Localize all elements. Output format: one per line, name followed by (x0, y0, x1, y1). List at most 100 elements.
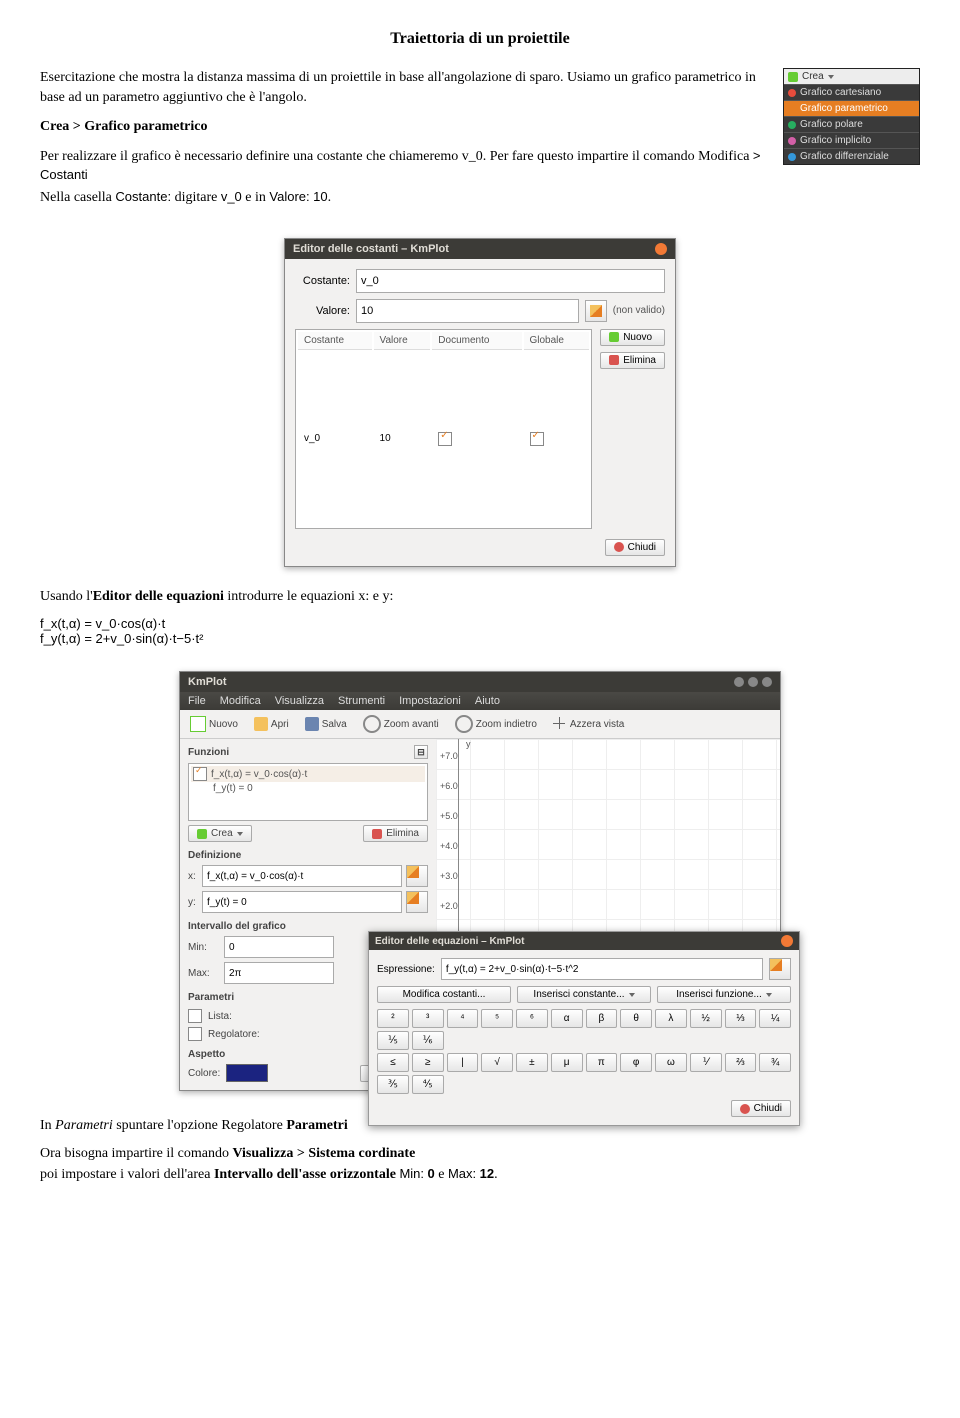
min-input[interactable] (224, 936, 334, 958)
crea-button[interactable]: Crea (188, 825, 252, 842)
x-input[interactable] (202, 865, 402, 887)
key-button[interactable]: ¾ (759, 1053, 791, 1072)
tool-reset-view[interactable]: Azzera vista (549, 715, 628, 733)
elimina-button[interactable]: Elimina (363, 825, 428, 842)
key-button[interactable]: ≥ (412, 1053, 444, 1072)
crea-item-parametrico[interactable]: Grafico parametrico (784, 100, 919, 116)
function-list[interactable]: f_x(t,α) = v_0·cos(α)·t f_y(t) = 0 (188, 763, 428, 821)
tool-salva[interactable]: Salva (301, 715, 351, 733)
chiudi-button[interactable]: Chiudi (731, 1100, 791, 1117)
key-button[interactable]: ² (377, 1009, 409, 1028)
max-input[interactable] (224, 962, 334, 984)
crea-item-polare[interactable]: Grafico polare (784, 116, 919, 132)
key-button[interactable]: μ (551, 1053, 583, 1072)
key-button[interactable]: ω (655, 1053, 687, 1072)
nuovo-button[interactable]: Nuovo (600, 329, 665, 346)
edit-y-button[interactable] (406, 891, 428, 913)
espressione-input[interactable] (441, 958, 763, 980)
checkbox-icon[interactable] (193, 767, 207, 781)
edit-x-button[interactable] (406, 865, 428, 887)
y-axis-name: y (466, 739, 471, 749)
key-button[interactable]: θ (620, 1009, 652, 1028)
edit-value-button[interactable] (585, 300, 607, 322)
lista-checkbox[interactable] (188, 1009, 202, 1023)
table-row[interactable]: v_0 10 (298, 352, 589, 526)
key-button[interactable]: | (447, 1053, 479, 1072)
key-button[interactable]: ⁴ (447, 1009, 479, 1028)
key-button[interactable]: φ (620, 1053, 652, 1072)
titlebar[interactable]: KmPlot (180, 672, 780, 692)
tool-apri[interactable]: Apri (250, 715, 293, 733)
crea-header[interactable]: Crea (784, 69, 919, 84)
color-swatch[interactable] (226, 1064, 268, 1082)
elimina-button[interactable]: Elimina (600, 352, 665, 369)
cell-documento[interactable] (432, 352, 521, 526)
page-title: Traiettoria di un proiettile (40, 30, 920, 48)
th-globale[interactable]: Globale (524, 332, 590, 350)
key-button[interactable]: λ (655, 1009, 687, 1028)
crea-item-differenziale[interactable]: Grafico differenziale (784, 148, 919, 164)
list-item[interactable]: f_x(t,α) = v_0·cos(α)·t (191, 766, 425, 782)
close-icon[interactable] (762, 677, 772, 687)
key-button[interactable]: ⅙ (412, 1031, 444, 1050)
menu-aiuto[interactable]: Aiuto (475, 695, 500, 707)
close-icon[interactable] (655, 243, 667, 255)
chiudi-button[interactable]: Chiudi (605, 539, 665, 556)
y-input[interactable] (202, 891, 402, 913)
save-icon (305, 717, 319, 731)
key-button[interactable]: ½ (690, 1009, 722, 1028)
th-costante[interactable]: Costante (298, 332, 372, 350)
regolatore-checkbox[interactable] (188, 1027, 202, 1041)
checkbox-icon[interactable] (530, 432, 544, 446)
crea-item-implicito[interactable]: Grafico implicito (784, 132, 919, 148)
key-button[interactable]: √ (481, 1053, 513, 1072)
bullet-icon (788, 153, 796, 161)
crea-item-cartesiano[interactable]: Grafico cartesiano (784, 84, 919, 100)
modifica-costanti-button[interactable]: Modifica costanti... (377, 986, 511, 1003)
minimize-icon[interactable] (734, 677, 744, 687)
inserisci-costante-button[interactable]: Inserisci constante... (517, 986, 651, 1003)
menu-file[interactable]: File (188, 695, 206, 707)
menu-label: Grafico polare (800, 119, 863, 130)
edit-expression-button[interactable] (769, 958, 791, 980)
cell-costante: v_0 (298, 352, 372, 526)
key-button[interactable]: ⁵ (481, 1009, 513, 1028)
close-icon[interactable] (781, 935, 793, 947)
titlebar[interactable]: Editor delle costanti – KmPlot (285, 239, 675, 259)
text: Parametri (55, 1118, 113, 1133)
reset-icon (553, 717, 567, 731)
menu-strumenti[interactable]: Strumenti (338, 695, 385, 707)
valore-input[interactable] (356, 299, 579, 323)
key-button[interactable]: ⁶ (516, 1009, 548, 1028)
key-button[interactable]: ⅓ (725, 1009, 757, 1028)
tool-zoom-in[interactable]: Zoom avanti (359, 713, 443, 735)
key-button[interactable]: ⅘ (412, 1075, 444, 1094)
tool-zoom-out[interactable]: Zoom indietro (451, 713, 541, 735)
inserisci-funzione-button[interactable]: Inserisci funzione... (657, 986, 791, 1003)
th-valore[interactable]: Valore (374, 332, 431, 350)
costante-input[interactable] (356, 269, 665, 293)
key-button[interactable]: ⅗ (377, 1075, 409, 1094)
maximize-icon[interactable] (748, 677, 758, 687)
titlebar[interactable]: Editor delle equazioni – KmPlot (369, 932, 799, 950)
key-button[interactable]: ≤ (377, 1053, 409, 1072)
undock-button[interactable]: ⊟ (414, 745, 428, 759)
menu-visualizza[interactable]: Visualizza (275, 695, 324, 707)
menu-impostazioni[interactable]: Impostazioni (399, 695, 461, 707)
key-button[interactable]: ³ (412, 1009, 444, 1028)
text: In (40, 1118, 55, 1133)
key-button[interactable]: ± (516, 1053, 548, 1072)
th-documento[interactable]: Documento (432, 332, 521, 350)
key-button[interactable]: ⅔ (725, 1053, 757, 1072)
key-button[interactable]: ¼ (759, 1009, 791, 1028)
key-button[interactable]: β (586, 1009, 618, 1028)
key-button[interactable]: ⅕ (377, 1031, 409, 1050)
key-button[interactable]: π (586, 1053, 618, 1072)
menu-modifica[interactable]: Modifica (220, 695, 261, 707)
checkbox-icon[interactable] (438, 432, 452, 446)
key-button[interactable]: α (551, 1009, 583, 1028)
tool-nuovo[interactable]: Nuovo (186, 714, 242, 734)
list-item[interactable]: f_y(t) = 0 (191, 782, 425, 795)
cell-globale[interactable] (524, 352, 590, 526)
key-button[interactable]: ⅟ (690, 1053, 722, 1072)
